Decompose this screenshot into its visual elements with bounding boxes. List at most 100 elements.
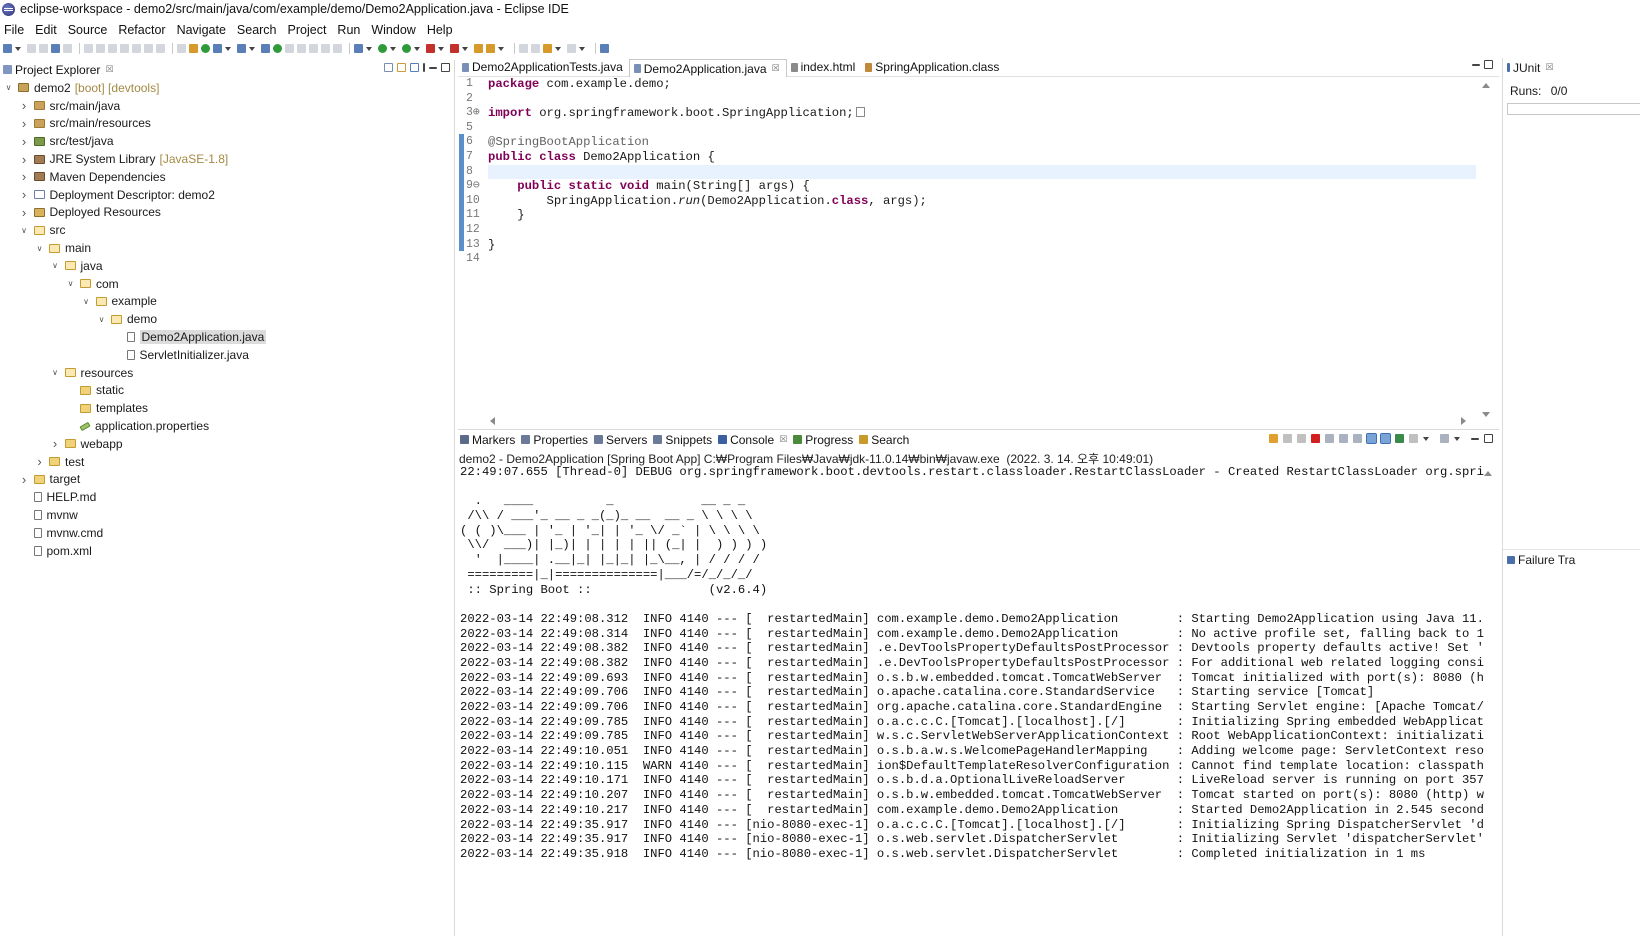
new-project-dropdown-icon[interactable] bbox=[225, 46, 231, 51]
tree-item[interactable]: ∨ com bbox=[0, 275, 454, 293]
open-console-dropdown-icon[interactable] bbox=[1454, 436, 1460, 441]
tree-item[interactable]: ∨ src bbox=[0, 221, 454, 239]
expanded-chevron-icon[interactable]: ∨ bbox=[34, 243, 45, 254]
tree-item[interactable]: mvnw.cmd bbox=[0, 524, 454, 542]
previous-annotation-icon[interactable] bbox=[531, 44, 540, 53]
view-menu-icon[interactable] bbox=[423, 63, 425, 72]
stop-dropdown-icon[interactable] bbox=[438, 46, 444, 51]
relaunch-icon[interactable] bbox=[450, 44, 459, 53]
maximize-icon[interactable] bbox=[441, 63, 450, 72]
back-icon[interactable] bbox=[543, 44, 552, 53]
open-console-icon[interactable] bbox=[1440, 434, 1449, 443]
save-icon[interactable] bbox=[27, 44, 36, 53]
pin-editor-icon[interactable] bbox=[600, 44, 609, 53]
tree-item[interactable]: › test bbox=[0, 453, 454, 471]
tree-item[interactable]: ∨ java bbox=[0, 257, 454, 275]
run-dropdown-icon[interactable] bbox=[390, 46, 396, 51]
collapsed-chevron-icon[interactable]: › bbox=[19, 472, 30, 487]
run-icon[interactable] bbox=[378, 44, 387, 53]
close-icon[interactable]: ☒ bbox=[772, 63, 780, 74]
tree-item[interactable]: ∨ example bbox=[0, 293, 454, 311]
folded-imports-icon[interactable] bbox=[855, 107, 865, 118]
new-java-project-icon[interactable] bbox=[213, 44, 222, 53]
menu-help[interactable]: Help bbox=[425, 23, 459, 37]
new-dropdown-icon[interactable] bbox=[15, 46, 21, 51]
forward-icon[interactable] bbox=[567, 44, 576, 53]
tab-progress[interactable]: Progress bbox=[793, 433, 853, 447]
tree-item[interactable]: › Maven Dependencies bbox=[0, 168, 454, 186]
skip-breakpoints-icon[interactable] bbox=[63, 44, 72, 53]
paragraph-icon[interactable] bbox=[333, 44, 342, 53]
open-type-icon[interactable] bbox=[261, 44, 270, 53]
step-return-icon[interactable] bbox=[156, 44, 165, 53]
remove-launch-icon[interactable] bbox=[1269, 434, 1278, 443]
display-console-icon[interactable] bbox=[1409, 434, 1418, 443]
run-coverage-icon[interactable] bbox=[402, 44, 411, 53]
tree-item[interactable]: › src/test/java bbox=[0, 132, 454, 150]
collapse-all-icon[interactable] bbox=[384, 63, 393, 72]
show-console-stdout-icon[interactable] bbox=[1366, 433, 1377, 444]
tree-item[interactable]: › JRE System Library [JavaSE-1.8] bbox=[0, 150, 454, 168]
menu-search[interactable]: Search bbox=[235, 23, 283, 37]
collapsed-chevron-icon[interactable]: › bbox=[19, 134, 30, 149]
terminate-icon[interactable] bbox=[108, 44, 117, 53]
show-whitespace-icon[interactable] bbox=[177, 44, 186, 53]
tree-item[interactable]: HELP.md bbox=[0, 488, 454, 506]
tree-item[interactable]: Demo2Application.java bbox=[0, 328, 454, 346]
minimize-icon[interactable] bbox=[1471, 437, 1479, 440]
tree-item[interactable]: pom.xml bbox=[0, 542, 454, 560]
expanded-chevron-icon[interactable]: ∨ bbox=[96, 314, 107, 325]
expanded-chevron-icon[interactable]: ∨ bbox=[19, 225, 30, 236]
editor-tab[interactable]: Demo2Application.java ☒ bbox=[628, 59, 787, 77]
annotation-icon[interactable] bbox=[486, 44, 495, 53]
collapsed-chevron-icon[interactable]: › bbox=[19, 205, 30, 220]
editor-tab[interactable]: index.html bbox=[787, 58, 862, 76]
editor-vertical-scrollbar[interactable] bbox=[1480, 79, 1492, 421]
back-dropdown-icon[interactable] bbox=[555, 46, 561, 51]
scroll-left-icon[interactable] bbox=[490, 417, 495, 425]
tab-markers[interactable]: Markers bbox=[460, 433, 515, 447]
stop-server-icon[interactable] bbox=[426, 44, 435, 53]
tree-item[interactable]: application.properties bbox=[0, 417, 454, 435]
tree-item[interactable]: ∨ resources bbox=[0, 364, 454, 382]
collapsed-chevron-icon[interactable]: › bbox=[19, 152, 30, 167]
next-annotation-icon[interactable] bbox=[519, 44, 528, 53]
coverage-dropdown-icon[interactable] bbox=[414, 46, 420, 51]
step-over-icon[interactable] bbox=[144, 44, 153, 53]
debug-icon[interactable] bbox=[354, 44, 363, 53]
search-tool-icon[interactable] bbox=[285, 44, 294, 53]
editor-horizontal-scrollbar[interactable] bbox=[488, 414, 1468, 426]
collapsed-chevron-icon[interactable]: › bbox=[50, 436, 61, 451]
expanded-chevron-icon[interactable]: ∨ bbox=[3, 82, 14, 93]
maximize-icon[interactable] bbox=[1484, 434, 1493, 443]
collapsed-chevron-icon[interactable]: › bbox=[19, 116, 30, 131]
collapsed-chevron-icon[interactable]: › bbox=[34, 454, 45, 469]
scroll-up-icon[interactable] bbox=[1484, 471, 1492, 476]
minimize-icon[interactable] bbox=[429, 66, 437, 69]
tree-item[interactable]: › Deployment Descriptor: demo2 bbox=[0, 186, 454, 204]
tree-item[interactable]: › src/main/java bbox=[0, 97, 454, 115]
tree-item[interactable]: mvnw bbox=[0, 506, 454, 524]
new-class-dropdown-icon[interactable] bbox=[249, 46, 255, 51]
collapsed-chevron-icon[interactable]: › bbox=[19, 187, 30, 202]
tree-item[interactable]: ∨ main bbox=[0, 239, 454, 257]
expanded-chevron-icon[interactable]: ∨ bbox=[65, 278, 76, 289]
relaunch-dropdown-icon[interactable] bbox=[462, 46, 468, 51]
scroll-up-icon[interactable] bbox=[1482, 83, 1490, 88]
editor-tab[interactable]: Demo2ApplicationTests.java bbox=[458, 58, 629, 76]
minimize-icon[interactable] bbox=[1472, 63, 1480, 66]
tree-item[interactable]: › Deployed Resources bbox=[0, 204, 454, 222]
close-icon[interactable]: ☒ bbox=[105, 64, 113, 75]
toggle-block-selection-icon[interactable] bbox=[309, 44, 318, 53]
tab-search[interactable]: Search bbox=[859, 433, 909, 447]
tree-item[interactable]: › target bbox=[0, 471, 454, 489]
tab-console[interactable]: Console ☒ bbox=[718, 432, 788, 447]
maximize-icon[interactable] bbox=[1484, 60, 1493, 69]
scroll-down-icon[interactable] bbox=[1482, 412, 1490, 417]
tree-item[interactable]: ∨ demo bbox=[0, 310, 454, 328]
annotation-dropdown-icon[interactable] bbox=[498, 46, 504, 51]
terminate-icon[interactable] bbox=[1311, 434, 1320, 443]
remove-all-terminated-icon[interactable] bbox=[1283, 434, 1292, 443]
pin-console-icon[interactable] bbox=[1395, 434, 1404, 443]
close-icon[interactable]: ☒ bbox=[779, 434, 787, 445]
